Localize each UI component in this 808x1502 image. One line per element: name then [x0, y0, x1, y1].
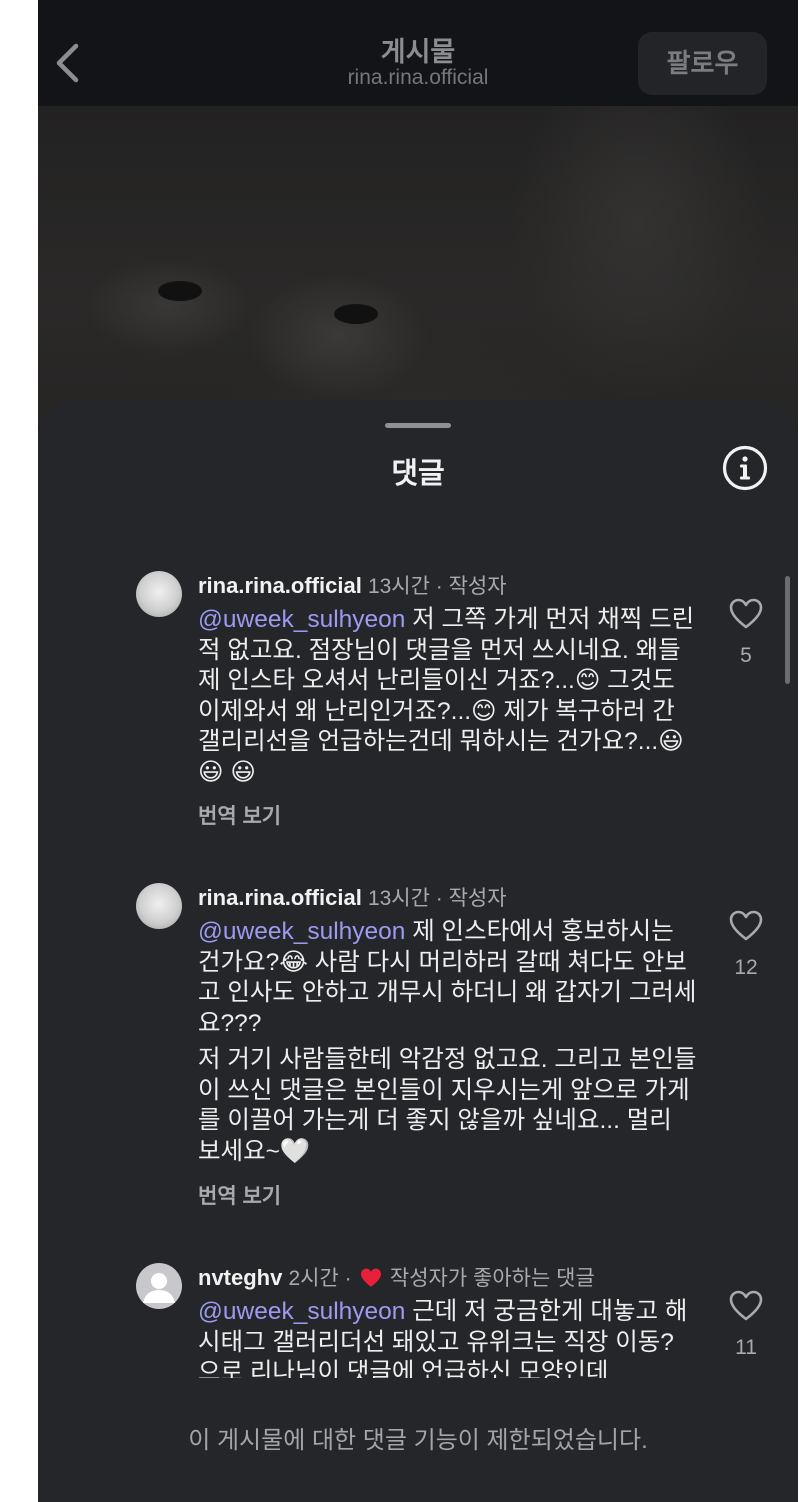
comment-time: 2시간 · [288, 1267, 352, 1290]
mention-link[interactable]: @uweek_sulhyeon [198, 1298, 405, 1325]
sheet-title: 댓글 [391, 458, 445, 490]
translate-link[interactable]: 번역 보기 [198, 800, 281, 830]
comments-sheet: 댓글 rina.rina.official 13시간 · 작성자 @uweek_… [38, 400, 798, 1502]
mention-link[interactable]: @uweek_sulhyeon [198, 918, 405, 945]
comments-list[interactable]: rina.rina.official 13시간 · 작성자 @uweek_sul… [38, 508, 798, 1378]
translate-link[interactable]: 번역 보기 [198, 1180, 281, 1210]
comment-header: rina.rina.official 13시간 · 작성자 [198, 883, 507, 913]
like-button[interactable]: 12 [728, 910, 764, 980]
photo-detail [334, 304, 378, 324]
comment-text: @uweek_sulhyeon 근데 저 궁금한게 대놓고 해시태그 갤러리더선… [198, 1297, 698, 1378]
top-bar: 게시물 rina.rina.official 팔로우 [38, 0, 798, 106]
mention-link[interactable]: @uweek_sulhyeon [198, 606, 405, 633]
like-count: 5 [740, 644, 752, 667]
app-screen: 게시물 rina.rina.official 팔로우 댓글 rina.rina.… [38, 0, 798, 1502]
scrollbar[interactable] [785, 576, 790, 684]
like-button[interactable]: 5 [728, 598, 764, 668]
post-photo [38, 106, 798, 426]
comment-text: @uweek_sulhyeon 제 인스타에서 홍보하시는 건가요?😂 사람 다… [198, 917, 698, 1167]
follow-button[interactable]: 팔로우 [638, 32, 767, 95]
heart-outline-icon[interactable] [729, 1290, 763, 1322]
liked-by-author-label: 작성자가 좋아하는 댓글 [389, 1267, 595, 1290]
comment-header: rina.rina.official 13시간 · 작성자 [198, 571, 507, 601]
heart-filled-icon [360, 1268, 381, 1287]
photo-detail [158, 281, 202, 301]
comment-meta: 13시간 · 작성자 [367, 887, 507, 910]
avatar[interactable] [136, 883, 182, 929]
heart-outline-icon[interactable] [729, 598, 763, 630]
comment-text: @uweek_sulhyeon 저 그쪽 가게 먼저 채찍 드린적 없고요. 점… [198, 605, 698, 788]
comment-meta: 13시간 · 작성자 [367, 575, 507, 598]
default-avatar-icon [143, 1273, 175, 1303]
comments-restricted-notice: 이 게시물에 대한 댓글 기능이 제한되었습니다. [188, 1427, 648, 1454]
sheet-drag-handle[interactable] [385, 423, 451, 428]
avatar[interactable] [136, 1263, 182, 1309]
avatar[interactable] [136, 571, 182, 617]
heart-outline-icon[interactable] [729, 910, 763, 942]
comment-username[interactable]: rina.rina.official [198, 573, 362, 598]
like-count: 11 [735, 1336, 757, 1359]
like-count: 12 [734, 956, 758, 979]
like-button[interactable]: 11 [728, 1290, 764, 1360]
comment-header: nvteghv 2시간 · 작성자가 좋아하는 댓글 [198, 1263, 595, 1293]
comment-username[interactable]: rina.rina.official [198, 885, 362, 910]
comment-username[interactable]: nvteghv [198, 1265, 282, 1290]
comment-paragraph: 저 거기 사람들한테 악감정 없고요. 그리고 본인들이 쓰신 댓글은 본인들이… [198, 1046, 697, 1165]
info-icon[interactable] [722, 445, 768, 491]
